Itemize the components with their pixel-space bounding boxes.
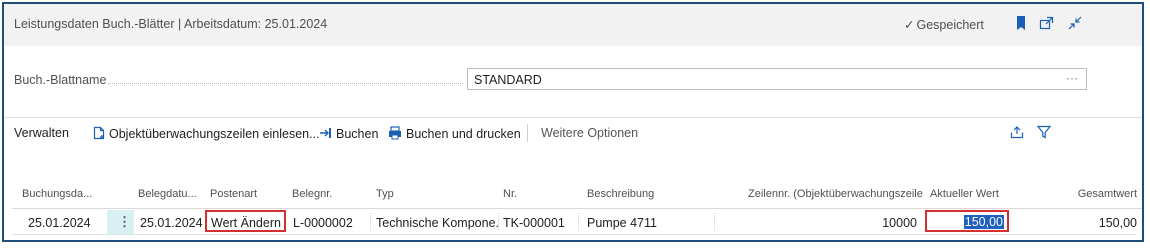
cell-posting-date[interactable]: 25.01.2024	[28, 216, 91, 230]
journal-name-input[interactable]: STANDARD ···	[467, 68, 1087, 90]
check-icon: ✓	[904, 18, 915, 32]
post-and-print-button[interactable]: Buchen und drucken	[388, 126, 521, 141]
field-leader-dots	[108, 83, 463, 84]
action-bar: Verwalten Objektüberwachungszeilen einle…	[4, 117, 1142, 146]
bookmark-icon[interactable]	[1012, 14, 1030, 32]
load-lines-button[interactable]: Objektüberwachungszeilen einlesen...	[92, 126, 320, 141]
cell-type[interactable]: Technische Kompone...	[376, 216, 498, 230]
cell-total-value[interactable]: 150,00	[1067, 216, 1137, 230]
column-header-description[interactable]: Beschreibung	[587, 188, 697, 200]
cell-divider	[370, 213, 371, 231]
column-header-posting-date[interactable]: Buchungsda...	[22, 188, 100, 200]
cell-line-no[interactable]: 10000	[832, 216, 917, 230]
journal-page: Leistungsdaten Buch.-Blätter | Arbeitsda…	[2, 2, 1144, 242]
post-button[interactable]: Buchen	[319, 126, 378, 141]
journal-name-value: STANDARD	[474, 73, 542, 87]
cell-entry-type[interactable]: Wert Ändern	[211, 216, 281, 230]
table-bottom-border	[12, 234, 1136, 235]
more-options-icon[interactable]: ···	[1066, 71, 1078, 85]
post-and-print-label: Buchen und drucken	[406, 127, 521, 141]
column-header-entry-type[interactable]: Postenart	[210, 188, 285, 200]
cell-document-no[interactable]: L-0000002	[293, 216, 353, 230]
column-header-current-value[interactable]: Aktueller Wert	[930, 188, 1015, 200]
filter-icon[interactable]	[1036, 124, 1055, 141]
column-header-no[interactable]: Nr.	[503, 188, 563, 200]
more-vertical-icon: ⋮	[118, 214, 131, 229]
column-header-document-date[interactable]: Belegdatu...	[138, 188, 213, 200]
post-icon	[320, 128, 331, 138]
load-lines-label: Objektüberwachungszeilen einlesen...	[109, 127, 320, 141]
more-options-button[interactable]: Weitere Optionen	[541, 126, 638, 140]
journal-name-field: Buch.-Blattname STANDARD ···	[4, 66, 1142, 94]
share-icon[interactable]	[1009, 124, 1028, 141]
cell-divider	[498, 213, 499, 231]
page-header: Leistungsdaten Buch.-Blätter | Arbeitsda…	[4, 4, 1142, 46]
cell-no[interactable]: TK-000001	[503, 216, 565, 230]
post-label: Buchen	[336, 127, 379, 141]
manage-button[interactable]: Verwalten	[14, 126, 69, 140]
selected-value-text: 150,00	[963, 215, 1004, 229]
print-icon	[389, 126, 401, 140]
document-add-icon	[93, 126, 105, 140]
saved-label: Gespeichert	[916, 18, 984, 32]
table-row[interactable]: 25.01.2024 ⋮ 25.01.2024 Wert Ändern L-00…	[12, 208, 1142, 235]
row-action-menu[interactable]: ⋮	[107, 210, 134, 234]
cell-current-value[interactable]: 150,00	[930, 215, 1004, 229]
cell-document-date[interactable]: 25.01.2024	[140, 216, 203, 230]
cell-divider	[578, 213, 579, 231]
column-header-document-no[interactable]: Belegnr.	[292, 188, 367, 200]
column-header-total-value[interactable]: Gesamtwert	[1067, 188, 1137, 200]
action-divider	[527, 124, 528, 142]
column-header-line-no[interactable]: Zeilennr. (Objektüberwachungszeile)	[748, 188, 923, 200]
collapse-icon[interactable]	[1066, 14, 1084, 32]
journal-name-label: Buch.-Blattname	[14, 73, 107, 87]
page-title: Leistungsdaten Buch.-Blätter | Arbeitsda…	[14, 17, 328, 31]
saved-status: ✓ Gespeichert	[904, 17, 984, 32]
column-header-type[interactable]: Typ	[376, 188, 476, 200]
cell-divider	[714, 213, 715, 231]
open-in-new-window-icon[interactable]	[1038, 14, 1056, 32]
cell-description[interactable]: Pumpe 4711	[587, 216, 657, 230]
